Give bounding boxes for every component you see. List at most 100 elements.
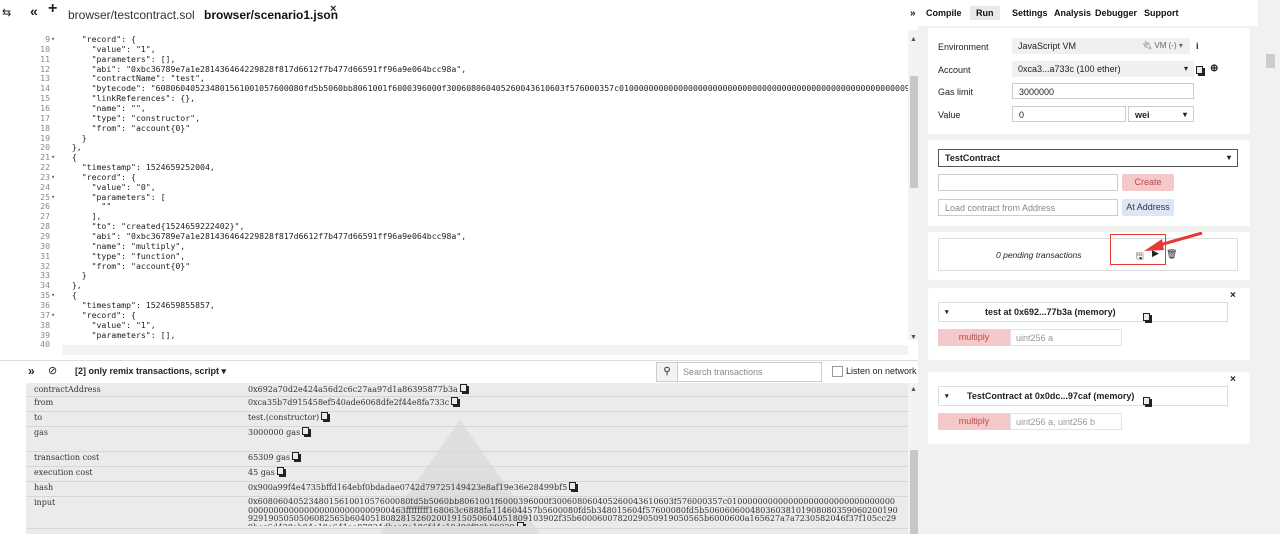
add-file-icon[interactable]: + [48, 0, 57, 18]
fold-toggle-icon[interactable]: ▾ [51, 291, 55, 299]
remove-instance-2-icon[interactable]: × [1230, 374, 1236, 385]
unit-value: wei [1135, 110, 1150, 120]
code-line: { [62, 290, 77, 301]
instance-header-1[interactable]: ▾ test at 0x692...77b3a (memory) [938, 302, 1228, 323]
multiply-button-1[interactable]: multiply [938, 329, 1010, 346]
detail-value-text: 0xca35b7d915458ef540ade6068dfe2f44e8fa73… [248, 398, 450, 407]
right-scroll-handle[interactable] [1266, 54, 1275, 68]
copy-icon[interactable] [451, 397, 461, 407]
line-number: 23 [40, 171, 50, 182]
fold-toggle-icon[interactable]: ▾ [51, 153, 55, 161]
terminal-filter-select[interactable]: [2] only remix transactions, script ▾ [75, 366, 226, 377]
at-address-button[interactable]: At Address [1122, 199, 1174, 216]
line-number: 20 [40, 142, 50, 153]
terminal-scroll-thumb[interactable] [910, 450, 918, 534]
multiply-input-1[interactable]: uint256 a [1010, 329, 1122, 346]
detail-value: test.(constructor) [248, 412, 888, 422]
terminal-scroll-up-icon[interactable]: ▲ [910, 386, 917, 393]
copy-icon[interactable] [459, 384, 469, 394]
remove-instance-icon[interactable]: × [1230, 290, 1236, 301]
code-line: "linkReferences": {}, [62, 93, 196, 104]
scroll-up-icon[interactable]: ▲ [910, 36, 917, 43]
line-number: 15 [40, 93, 50, 104]
line-number: 29 [40, 231, 50, 241]
tab-run[interactable]: Run [970, 6, 1000, 20]
detail-value-text: test.(constructor) [248, 413, 320, 422]
scroll-down-icon[interactable]: ▼ [910, 334, 917, 341]
environment-label: Environment [938, 42, 989, 52]
pending-text: 0 pending transactions [996, 250, 1082, 260]
unit-select[interactable]: wei ▾ [1128, 106, 1194, 122]
listen-checkbox[interactable] [832, 366, 843, 377]
tab-testcontract[interactable]: browser/testcontract.sol [62, 5, 201, 26]
detail-key: gas [34, 428, 48, 437]
multiply-input-2[interactable]: uint256 a, uint256 b [1010, 413, 1122, 430]
terminal-filter-label: [2] only remix transactions, script [75, 366, 220, 376]
copy-icon[interactable] [569, 482, 579, 492]
code-line: "parameters": [ [62, 191, 166, 202]
copy-instance-2-icon[interactable] [1143, 396, 1152, 407]
line-number: 24 [40, 181, 50, 192]
code-line: "timestamp": 1524659855857, [62, 299, 215, 310]
instance-card-1: × ▾ test at 0x692...77b3a (memory) multi… [928, 288, 1250, 360]
line-number: 38 [40, 319, 50, 330]
detail-value-text: 65309 gas [248, 453, 290, 462]
load-address-input[interactable]: Load contract from Address [938, 199, 1118, 216]
copy-icon[interactable] [292, 452, 301, 462]
fold-toggle-icon[interactable]: ▾ [51, 35, 55, 43]
value-input[interactable]: 0 [1012, 106, 1126, 122]
collapse-left-icon[interactable]: « [30, 3, 38, 19]
collapse-terminal-icon[interactable]: » [28, 364, 35, 378]
tab-compile[interactable]: Compile [926, 8, 962, 18]
copy-instance-icon[interactable] [1143, 312, 1152, 323]
tab-settings[interactable]: Settings [1012, 8, 1048, 18]
code-line: "name": "", [62, 102, 146, 113]
collapse-right-icon[interactable]: » [910, 8, 916, 19]
copy-icon[interactable] [516, 521, 526, 526]
editor-hscrollbar[interactable] [62, 345, 908, 355]
copy-icon[interactable] [321, 412, 331, 422]
instance-header-2[interactable]: ▾ TestContract at 0x0dc...97caf (memory) [938, 386, 1228, 407]
line-number: 12 [40, 63, 50, 74]
copy-icon[interactable] [276, 467, 286, 477]
fold-toggle-icon[interactable]: ▾ [51, 311, 55, 319]
tab-scenario1[interactable]: browser/scenario1.json [198, 5, 344, 26]
info-icon[interactable]: i [1196, 41, 1199, 51]
contract-select[interactable]: TestContract ▾ [938, 149, 1238, 167]
copy-address-icon[interactable] [1196, 66, 1205, 77]
detail-value-text: 45 gas [248, 468, 275, 477]
swap-panels-icon[interactable]: ⇆ [2, 6, 11, 19]
clear-terminal-icon[interactable]: ⊘ [48, 364, 57, 377]
copy-icon[interactable] [302, 427, 312, 437]
add-account-icon[interactable]: ⊕ [1210, 63, 1218, 74]
transaction-detail-row: hash 0x900a99f4e4735bffd164ebf0bdadae0742… [26, 481, 908, 497]
code-line: }, [62, 142, 82, 153]
code-line: "record": { [62, 171, 136, 182]
fold-toggle-icon[interactable]: ▾ [51, 193, 55, 201]
gas-limit-input[interactable]: 3000000 [1012, 83, 1194, 99]
tab-analysis[interactable]: Analysis [1054, 8, 1091, 18]
detail-value: 45 gas [248, 467, 888, 477]
code-line: "from": "account{0}" [62, 260, 191, 271]
multiply-button-2[interactable]: multiply [938, 413, 1010, 430]
code-editor[interactable]: 9 ▾ "record": {10 "value": "1", 11 "parame… [0, 26, 918, 358]
environment-value: JavaScript VM [1018, 41, 1077, 51]
environment-card: Environment JavaScript VM 🔌︎ VM (-) ▾ i … [928, 28, 1250, 134]
transaction-detail-row: transaction cost 65309 gas [26, 451, 908, 467]
environment-select[interactable]: JavaScript VM 🔌︎ VM (-) ▾ [1012, 38, 1190, 54]
tab-support[interactable]: Support [1144, 8, 1179, 18]
constructor-args-input[interactable] [938, 174, 1118, 191]
code-line: "value": "1", [62, 43, 156, 54]
account-select[interactable]: 0xca3...a733c (100 ether) ▾ [1012, 61, 1194, 77]
detail-key: contractAddress [34, 385, 101, 394]
close-tab-icon[interactable]: × [330, 3, 336, 15]
code-line: "" [62, 201, 112, 212]
code-line: "contractName": "test", [62, 73, 205, 84]
editor-scroll-thumb[interactable] [910, 76, 918, 188]
tab-debugger[interactable]: Debugger [1095, 8, 1137, 18]
line-number: 31 [40, 250, 50, 261]
search-transactions-field[interactable]: ⚲ Search transactions [656, 362, 822, 382]
fold-toggle-icon[interactable]: ▾ [51, 173, 55, 181]
detail-value-text: 0x692a70d2e424a56d2c6c27aa97d1a86395877b… [248, 385, 458, 394]
create-button[interactable]: Create [1122, 174, 1174, 191]
